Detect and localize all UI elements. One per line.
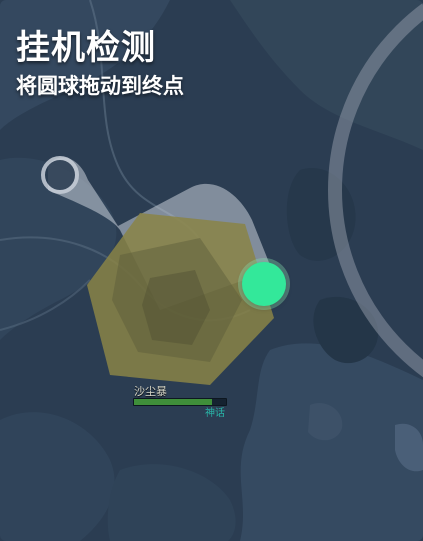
start-ring xyxy=(41,156,79,194)
unit-name-label: 沙尘暴 xyxy=(134,385,167,398)
drag-ball-handle[interactable] xyxy=(242,262,286,306)
captcha-panel: 挂机检测 将圆球拖动到终点 沙尘暴 神话 xyxy=(0,0,423,541)
page-title: 挂机检测 xyxy=(16,28,156,68)
instruction-text: 将圆球拖动到终点 xyxy=(16,74,184,98)
unit-health-fill xyxy=(134,399,213,405)
unit-rarity-label: 神话 xyxy=(205,408,225,419)
